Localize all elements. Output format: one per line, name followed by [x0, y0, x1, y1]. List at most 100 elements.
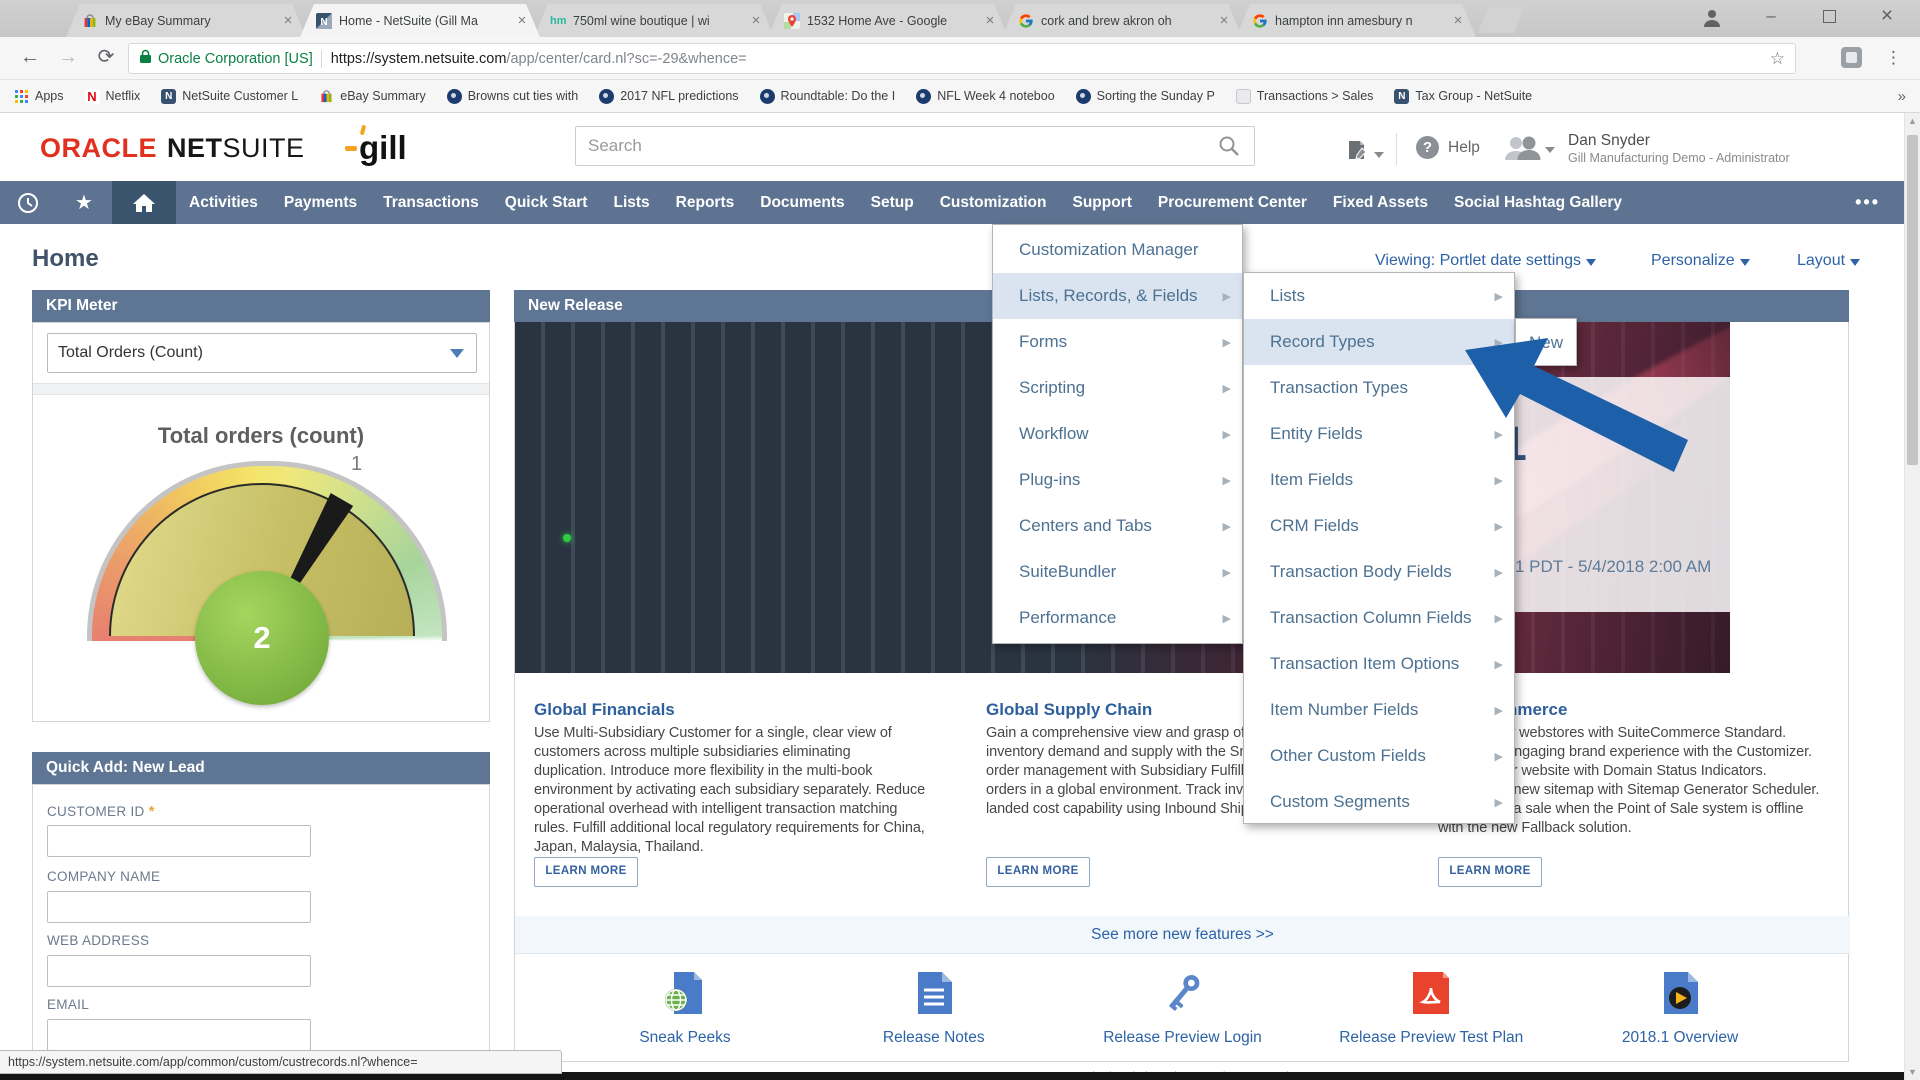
overview-video-link[interactable]: 2018.1 Overview — [1570, 958, 1790, 1063]
bookmark-ebay-summary[interactable]: eBay Summary — [319, 89, 425, 104]
submenu-item-crm-fields[interactable]: CRM Fields — [1244, 503, 1514, 549]
layout-link[interactable]: Layout — [1797, 252, 1860, 271]
tab-ebay-summary[interactable]: My eBay Summary — [66, 4, 306, 37]
submenu-item-transaction-body-fields[interactable]: Transaction Body Fields — [1244, 549, 1514, 595]
personalize-link[interactable]: Personalize — [1651, 252, 1750, 271]
see-more-link[interactable]: See more new features >> — [1091, 926, 1274, 943]
maximize-button[interactable] — [1807, 0, 1851, 34]
submenu-item-transaction-column-fields[interactable]: Transaction Column Fields — [1244, 595, 1514, 641]
scroll-up-icon[interactable] — [1905, 113, 1920, 129]
viewing-settings-link[interactable]: Viewing: Portlet date settings — [1375, 252, 1596, 271]
address-bar[interactable]: Oracle Corporation [US] https://system.n… — [128, 43, 1796, 74]
submenu-item-item-number-fields[interactable]: Item Number Fields — [1244, 687, 1514, 733]
quick-add-header[interactable]: Quick Add: New Lead — [32, 752, 490, 784]
close-icon[interactable] — [1216, 13, 1232, 29]
scroll-down-icon[interactable] — [1905, 1064, 1920, 1080]
minimize-button[interactable] — [1749, 0, 1793, 34]
back-icon[interactable]: ← — [14, 42, 46, 74]
bookmark-apps[interactable]: Apps — [14, 89, 64, 104]
new-tab-button[interactable] — [1478, 7, 1524, 33]
menu-item-plug-ins[interactable]: Plug-ins — [993, 457, 1242, 503]
menu-item-suitebundler[interactable]: SuiteBundler — [993, 549, 1242, 595]
tab-netsuite-home[interactable]: N Home - NetSuite (Gill Ma — [300, 4, 540, 37]
close-icon[interactable] — [748, 13, 764, 29]
bookmark-nfl-week4[interactable]: NFL Week 4 noteboo — [916, 89, 1054, 104]
learn-more-button[interactable]: LEARN MORE — [1438, 857, 1542, 887]
tab-google-search-cork[interactable]: cork and brew akron oh — [1002, 4, 1242, 37]
scrollbar-thumb[interactable] — [1907, 135, 1918, 465]
sneak-peeks-link[interactable]: Sneak Peeks — [575, 958, 795, 1063]
refresh-icon[interactable]: ⟳ — [90, 42, 122, 74]
nav-item-quick-start[interactable]: Quick Start — [492, 181, 601, 224]
google-maps-pin-icon — [784, 13, 800, 29]
learn-more-button[interactable]: LEARN MORE — [534, 857, 638, 887]
menu-item-workflow[interactable]: Workflow — [993, 411, 1242, 457]
menu-item-forms[interactable]: Forms — [993, 319, 1242, 365]
tab-wine-boutique[interactable]: hm 750ml wine boutique | wi — [534, 4, 774, 37]
quick-create-icon[interactable] — [1346, 139, 1384, 166]
submenu-item-other-custom-fields[interactable]: Other Custom Fields — [1244, 733, 1514, 779]
menu-item-scripting[interactable]: Scripting — [993, 365, 1242, 411]
nav-item-fixed-assets[interactable]: Fixed Assets — [1320, 181, 1441, 224]
kpi-meter-header[interactable]: KPI Meter — [32, 290, 490, 322]
user-avatar-icon[interactable] — [1502, 134, 1544, 167]
release-preview-login-link[interactable]: Release Preview Login — [1073, 958, 1293, 1063]
customer-id-field[interactable] — [47, 825, 311, 857]
bookmark-netsuite-customer[interactable]: NNetSuite Customer L — [161, 89, 298, 104]
close-icon[interactable] — [982, 13, 998, 29]
bookmark-tax-group[interactable]: NTax Group - NetSuite — [1394, 89, 1532, 104]
close-icon[interactable] — [1450, 13, 1466, 29]
shortcuts-star-icon[interactable] — [56, 181, 112, 224]
bookmark-netflix[interactable]: NNetflix — [85, 89, 141, 104]
submenu-item-transaction-item-options[interactable]: Transaction Item Options — [1244, 641, 1514, 687]
browser-menu-icon[interactable] — [1885, 42, 1902, 74]
user-role: Gill Manufacturing Demo - Administrator — [1568, 151, 1790, 165]
recent-records-icon[interactable] — [0, 181, 56, 224]
nav-item-documents[interactable]: Documents — [747, 181, 857, 224]
bookmark-nfl-predictions[interactable]: 2017 NFL predictions — [599, 89, 738, 104]
nav-item-support[interactable]: Support — [1060, 181, 1145, 224]
release-notes-link[interactable]: Release Notes — [824, 958, 1044, 1063]
kpi-select[interactable]: Total Orders (Count) — [47, 333, 477, 373]
learn-more-button[interactable]: LEARN MORE — [986, 857, 1090, 887]
bookmark-sorting-sunday[interactable]: Sorting the Sunday P — [1076, 89, 1215, 104]
tab-google-maps[interactable]: 1532 Home Ave - Google — [768, 4, 1008, 37]
close-window-button[interactable] — [1865, 0, 1909, 34]
menu-item-customization-manager[interactable]: Customization Manager — [993, 227, 1242, 273]
bookmark-star-icon[interactable] — [1770, 49, 1785, 69]
menu-item-centers-and-tabs[interactable]: Centers and Tabs — [993, 503, 1242, 549]
user-name[interactable]: Dan Snyder — [1568, 132, 1650, 150]
nav-item-social-hashtag-gallery[interactable]: Social Hashtag Gallery — [1441, 181, 1635, 224]
company-name-field[interactable] — [47, 891, 311, 923]
nav-item-transactions[interactable]: Transactions — [370, 181, 492, 224]
page-scrollbar[interactable] — [1904, 113, 1920, 1080]
help-icon[interactable]: ? — [1416, 136, 1439, 159]
home-icon[interactable] — [112, 181, 176, 224]
bookmarks-overflow-icon[interactable] — [1898, 88, 1906, 105]
submenu-item-custom-segments[interactable]: Custom Segments — [1244, 779, 1514, 825]
close-icon[interactable] — [280, 13, 296, 29]
bookmark-browns[interactable]: Browns cut ties with — [447, 89, 578, 104]
extension-icon[interactable] — [1841, 47, 1862, 68]
web-address-field[interactable] — [47, 955, 311, 987]
menu-item-lists-records-fields[interactable]: Lists, Records, & Fields — [993, 273, 1242, 319]
nav-item-payments[interactable]: Payments — [271, 181, 370, 224]
email-field[interactable] — [47, 1019, 311, 1051]
tab-google-search-hampton[interactable]: hampton inn amesbury n — [1236, 4, 1476, 37]
nav-item-setup[interactable]: Setup — [858, 181, 927, 224]
release-preview-test-plan-link[interactable]: Release Preview Test Plan — [1321, 958, 1541, 1063]
nav-item-procurement-center[interactable]: Procurement Center — [1145, 181, 1320, 224]
menu-item-performance[interactable]: Performance — [993, 595, 1242, 641]
close-icon[interactable] — [514, 13, 530, 29]
bookmark-transactions-sales[interactable]: Transactions > Sales — [1236, 89, 1374, 104]
forward-icon[interactable]: → — [52, 42, 84, 74]
nav-item-reports[interactable]: Reports — [663, 181, 748, 224]
profile-icon[interactable] — [1700, 6, 1724, 35]
help-label[interactable]: Help — [1448, 139, 1480, 157]
nav-item-activities[interactable]: Activities — [176, 181, 271, 224]
nav-item-lists[interactable]: Lists — [600, 181, 662, 224]
search-icon[interactable] — [1218, 135, 1240, 162]
bookmark-roundtable[interactable]: Roundtable: Do the I — [760, 89, 896, 104]
global-search-input[interactable] — [575, 126, 1255, 166]
nav-item-customization[interactable]: Customization — [927, 181, 1060, 224]
